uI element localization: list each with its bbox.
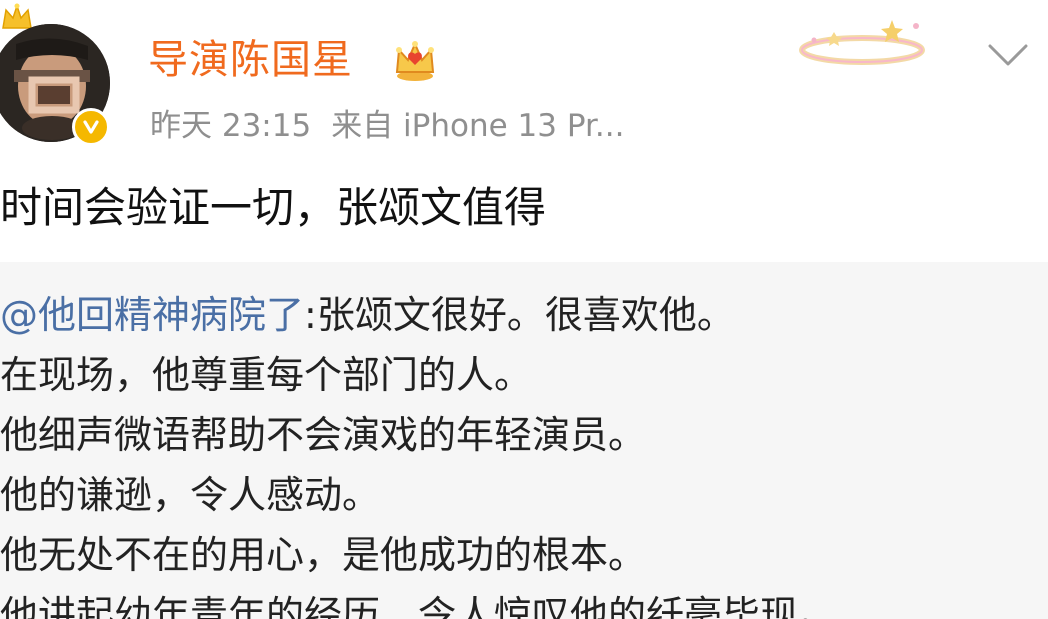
retweet-line: 他无处不在的用心，是他成功的根本。 xyxy=(0,533,647,577)
post-header: 导演陈国星 昨天 23:15 来自 iPhone 13 Pr... xyxy=(0,0,1048,160)
retweet-line: 他细声微语帮助不会演戏的年轻演员。 xyxy=(0,413,647,457)
retweet-line: 在现场，他尊重每个部门的人。 xyxy=(0,353,533,397)
retweet-card[interactable]: @他回精神病院了:张颂文很好。很喜欢他。 在现场，他尊重每个部门的人。 他细声微… xyxy=(0,262,1048,619)
post-source[interactable]: 来自 iPhone 13 Pr... xyxy=(331,108,624,144)
post-time: 昨天 23:15 xyxy=(150,108,312,144)
post-meta: 昨天 23:15 来自 iPhone 13 Pr... xyxy=(150,104,644,148)
retweet-text: :张颂文很好。很喜欢他。 xyxy=(304,293,735,337)
card-decoration-icon xyxy=(799,20,925,65)
post-body: 时间会验证一切，张颂文值得 xyxy=(0,183,547,232)
author-name[interactable]: 导演陈国星 xyxy=(148,34,353,86)
verified-badge-icon xyxy=(72,108,110,146)
retweet-line: 他讲起幼年青年的经历，令人惊叹他的纤毫毕现。 xyxy=(0,593,837,619)
chevron-down-icon[interactable] xyxy=(984,40,1032,70)
retweet-first-line: @他回精神病院了:张颂文很好。很喜欢他。 xyxy=(0,290,735,340)
retweet-line: 他的谦逊，令人感动。 xyxy=(0,473,381,517)
weibo-post-screen: 导演陈国星 昨天 23:15 来自 iPhone 13 Pr... 时间会验证一切… xyxy=(0,0,1048,619)
member-crown-icon[interactable] xyxy=(392,38,438,82)
mention-link[interactable]: @他回精神病院了 xyxy=(0,293,304,337)
